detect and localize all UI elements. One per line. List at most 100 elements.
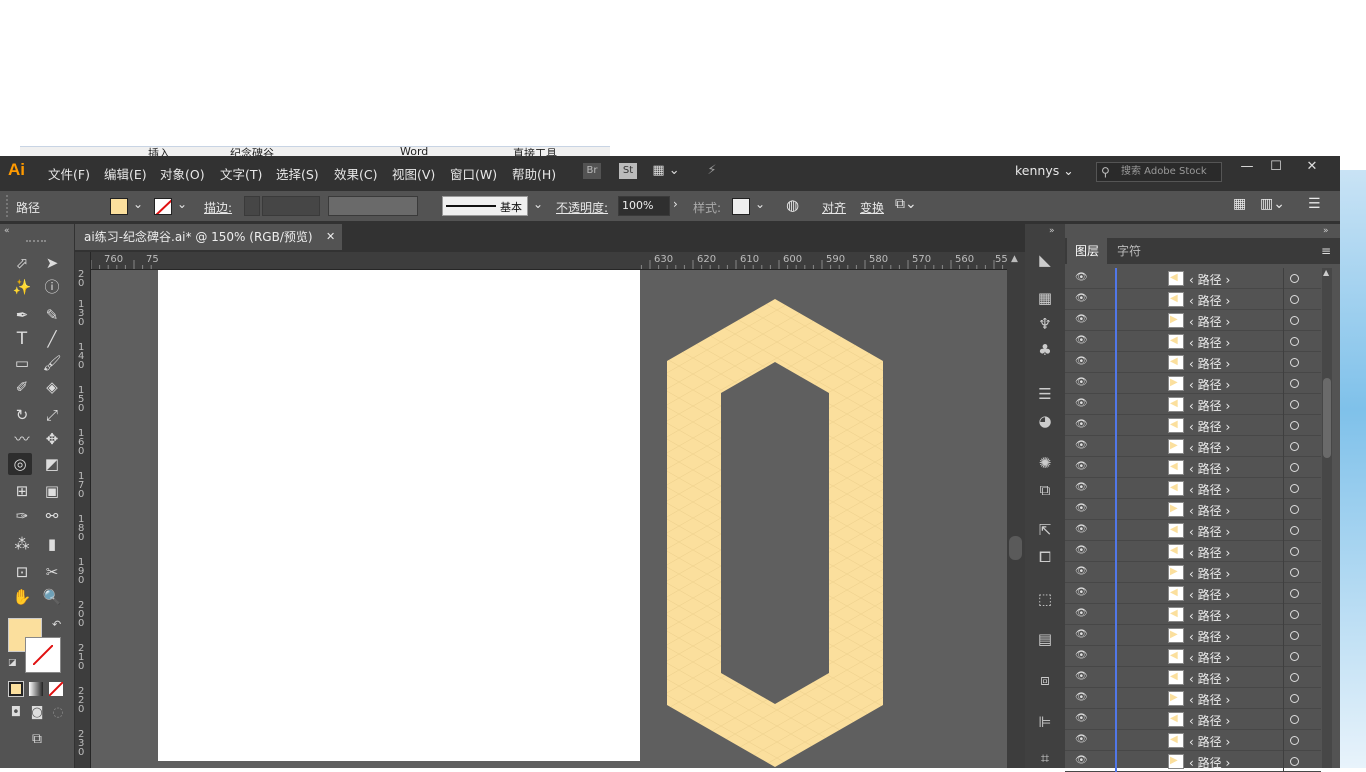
layer-name[interactable]: ‹ 路径 ›: [1189, 271, 1230, 288]
pathfinder-icon[interactable]: ⧈: [1035, 670, 1055, 690]
target-circle-icon[interactable]: [1290, 295, 1299, 304]
graphic-style-swatch[interactable]: [732, 198, 750, 215]
visibility-eye-icon[interactable]: 👁: [1075, 524, 1088, 535]
pin-icon[interactable]: ✥: [40, 428, 64, 450]
vertical-ruler[interactable]: 20 130 140 150 160 170 180 190 200 210 2…: [75, 252, 91, 768]
color-guide-icon[interactable]: ◣: [1035, 250, 1055, 270]
collapse-icon[interactable]: »: [1049, 226, 1055, 236]
slice-icon[interactable]: ✂: [40, 561, 64, 583]
pen-icon[interactable]: ✒: [10, 304, 34, 326]
user-account[interactable]: kennys ⌄: [1015, 163, 1074, 178]
lasso-icon[interactable]: ⓘ: [40, 276, 64, 298]
hand-icon[interactable]: ✋: [10, 586, 34, 608]
layer-name[interactable]: ‹ 路径 ›: [1189, 397, 1230, 414]
target-circle-icon[interactable]: [1290, 589, 1299, 598]
visibility-eye-icon[interactable]: 👁: [1075, 335, 1088, 346]
visibility-eye-icon[interactable]: 👁: [1075, 566, 1088, 577]
visibility-eye-icon[interactable]: 👁: [1075, 650, 1088, 661]
target-circle-icon[interactable]: [1290, 715, 1299, 724]
layer-name[interactable]: ‹ 路径 ›: [1189, 754, 1230, 771]
target-circle-icon[interactable]: [1290, 484, 1299, 493]
shape-builder-icon[interactable]: ◎: [8, 453, 32, 475]
visibility-eye-icon[interactable]: 👁: [1075, 671, 1088, 682]
paintbrush-icon[interactable]: 🖌: [40, 352, 64, 374]
layer-row[interactable]: 👁 ◀ ‹ 路径 ›: [1065, 289, 1321, 310]
visibility-eye-icon[interactable]: 👁: [1075, 587, 1088, 598]
layer-name[interactable]: ‹ 路径 ›: [1189, 418, 1230, 435]
stroke-stepper[interactable]: [244, 196, 260, 216]
transparency-icon[interactable]: ◕: [1035, 411, 1055, 431]
layer-row[interactable]: 👁 ▶ ‹ 路径 ›: [1065, 625, 1321, 646]
visibility-eye-icon[interactable]: 👁: [1075, 314, 1088, 325]
opacity-input[interactable]: 100%: [618, 196, 670, 216]
target-circle-icon[interactable]: [1290, 526, 1299, 535]
graph-icon[interactable]: ▮: [40, 533, 64, 555]
layer-row[interactable]: 👁 ▶ ‹ 路径 ›: [1065, 436, 1321, 457]
menu-effect[interactable]: 效果(C): [334, 164, 377, 183]
menu-edit[interactable]: 编辑(E): [104, 164, 147, 183]
warp-icon[interactable]: 〰: [10, 428, 34, 450]
stock-search-input[interactable]: ⚲ 搜索 Adobe Stock: [1096, 162, 1222, 182]
scroll-up-icon[interactable]: ▲: [1011, 254, 1018, 264]
layer-name[interactable]: ‹ 路径 ›: [1189, 649, 1230, 666]
target-circle-icon[interactable]: [1290, 568, 1299, 577]
layer-name[interactable]: ‹ 路径 ›: [1189, 502, 1230, 519]
appearance-icon[interactable]: ✺: [1035, 453, 1055, 473]
target-circle-icon[interactable]: [1290, 505, 1299, 514]
artwork[interactable]: [91, 270, 1007, 768]
document-tab[interactable]: ai练习-纪念碑谷.ai* @ 150% (RGB/预览) ✕: [75, 224, 342, 250]
maximize-button[interactable]: ☐: [1264, 159, 1288, 179]
artboards-icon[interactable]: ⧠: [1035, 547, 1055, 567]
target-circle-icon[interactable]: [1290, 673, 1299, 682]
stroke-dropdown-icon[interactable]: ⌄: [177, 197, 187, 211]
shaper-icon[interactable]: ✐: [10, 376, 34, 398]
target-circle-icon[interactable]: [1290, 337, 1299, 346]
artboard-icon[interactable]: ⊡: [10, 561, 34, 583]
canvas-area[interactable]: [91, 270, 1007, 768]
graphic-styles-icon[interactable]: ⧉: [1035, 480, 1055, 500]
layer-name[interactable]: ‹ 路径 ›: [1189, 712, 1230, 729]
layer-row[interactable]: 👁 ▶ ‹ 路径 ›: [1065, 373, 1321, 394]
menu-file[interactable]: 文件(F): [48, 164, 90, 183]
tab-layers[interactable]: 图层: [1067, 238, 1108, 264]
color-mode-icon[interactable]: [8, 681, 24, 697]
style-dropdown-icon[interactable]: ⌄: [755, 197, 765, 211]
stroke-label[interactable]: 描边:: [204, 199, 232, 216]
menu-help[interactable]: 帮助(H): [512, 164, 556, 183]
target-circle-icon[interactable]: [1290, 694, 1299, 703]
layer-row[interactable]: 👁 ◀ ‹ 路径 ›: [1065, 667, 1321, 688]
eraser-icon[interactable]: ◈: [40, 376, 64, 398]
visibility-eye-icon[interactable]: 👁: [1075, 734, 1088, 745]
layer-name[interactable]: ‹ 路径 ›: [1189, 313, 1230, 330]
recolor-artwork-icon[interactable]: ◍: [786, 196, 799, 214]
layer-name[interactable]: ‹ 路径 ›: [1189, 565, 1230, 582]
screen-mode-icon[interactable]: ⧉: [25, 728, 49, 750]
distribute-icon[interactable]: ▥⌄: [1260, 196, 1285, 212]
layer-name[interactable]: ‹ 路径 ›: [1189, 460, 1230, 477]
layer-row[interactable]: 👁 ◀ ‹ 路径 ›: [1065, 583, 1321, 604]
transform-panel-icon[interactable]: ⌗: [1035, 748, 1055, 768]
align-button[interactable]: 对齐: [822, 199, 846, 216]
scroll-up-icon[interactable]: ▲: [1323, 268, 1329, 277]
tab-character[interactable]: 字符: [1109, 238, 1149, 264]
visibility-eye-icon[interactable]: 👁: [1075, 461, 1088, 472]
libraries-icon[interactable]: ▤: [1035, 629, 1055, 649]
layer-row[interactable]: 👁 ▶ ‹ 路径 ›: [1065, 310, 1321, 331]
visibility-eye-icon[interactable]: 👁: [1075, 272, 1088, 283]
visibility-eye-icon[interactable]: 👁: [1075, 419, 1088, 430]
stroke-swatch[interactable]: [154, 198, 172, 215]
type-icon[interactable]: T: [10, 328, 34, 350]
grid-arrange-icon[interactable]: ▦: [1233, 196, 1246, 212]
layer-name[interactable]: ‹ 路径 ›: [1189, 355, 1230, 372]
layer-row[interactable]: 👁 ◀ ‹ 路径 ›: [1065, 646, 1321, 667]
opacity-label[interactable]: 不透明度:: [556, 199, 608, 216]
stroke-icon[interactable]: ☰: [1035, 384, 1055, 404]
default-colors-icon[interactable]: ◪: [8, 658, 17, 668]
brush-definition[interactable]: 基本: [442, 196, 528, 216]
layer-name[interactable]: ‹ 路径 ›: [1189, 439, 1230, 456]
layers-scrollbar[interactable]: ▲: [1322, 268, 1332, 768]
visibility-eye-icon[interactable]: 👁: [1075, 398, 1088, 409]
target-circle-icon[interactable]: [1290, 379, 1299, 388]
bridge-button[interactable]: Br: [583, 163, 601, 179]
panel-menu-icon[interactable]: ≡: [1321, 244, 1331, 258]
